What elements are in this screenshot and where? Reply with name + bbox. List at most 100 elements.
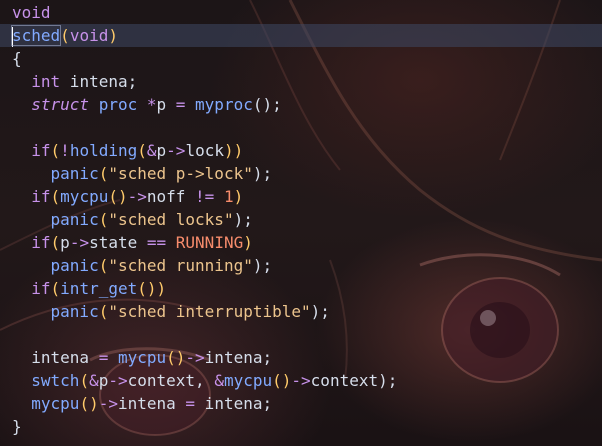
operator-token: & (146, 141, 157, 160)
code-line-11: if(p->state == RUNNING) (0, 231, 602, 254)
string-token: "sched p->lock" (108, 164, 253, 183)
code-line-19: } (0, 415, 602, 438)
operator-token: * (146, 95, 157, 114)
paren-token: ( (50, 141, 61, 160)
code-line-9: if(mycpu()->noff != 1) (0, 185, 602, 208)
operator-token: & (214, 371, 224, 390)
function-call-token: panic (50, 302, 99, 321)
keyword-token: if (31, 141, 51, 160)
operator-token: -> (291, 371, 311, 390)
paren-token: ( (98, 302, 109, 321)
keyword-token: if (31, 187, 51, 206)
operator-token: = (185, 394, 196, 413)
paren-token: () (108, 187, 128, 206)
operator-token: -> (166, 141, 186, 160)
code-line-4: int intena; (0, 70, 602, 93)
punctuation-token: ); (233, 210, 253, 229)
function-name-sched: sched (10, 25, 62, 46)
paren-token: ( (79, 371, 90, 390)
code-line-16: intena = mycpu()->intena; (0, 346, 602, 369)
function-call-token: intr_get (60, 279, 138, 298)
punctuation-token: ); (252, 256, 273, 275)
operator-token: -> (98, 394, 118, 413)
code-line-12: panic("sched running"); (0, 254, 602, 277)
code-line-6-blank (0, 116, 602, 139)
function-call-token: mycpu (31, 394, 80, 413)
identifier-token: p (156, 95, 176, 114)
operator-token: == (146, 233, 167, 252)
string-token: "sched locks" (108, 210, 234, 229)
number-token: 1 (223, 187, 234, 206)
keyword-token: void (12, 3, 51, 22)
identifier-token: lock (185, 141, 224, 160)
function-call-token: panic (50, 164, 99, 183)
code-editor[interactable]: void sched(void) { int intena; struct pr… (0, 0, 602, 446)
function-call-token: myproc (185, 95, 253, 114)
function-call-token: holding (69, 141, 138, 160)
code-line-3: { (0, 47, 602, 70)
paren-token: () (166, 348, 186, 367)
function-call-token: mycpu (108, 348, 167, 367)
operator-token: -> (108, 371, 128, 390)
identifier-token: intena; (60, 72, 138, 91)
brace-token: } (12, 417, 22, 436)
paren-token: ( (98, 164, 109, 183)
punctuation-token: ); (310, 302, 330, 321)
operator-token: = (98, 348, 109, 367)
punctuation-token: ); (378, 371, 398, 390)
code-line-7: if(!holding(&p->lock)) (0, 139, 602, 162)
identifier-token: state (89, 233, 147, 252)
paren-token: ( (50, 279, 61, 298)
code-line-17: swtch(&p->context, &mycpu()->context); (0, 369, 602, 392)
paren-token: )) (223, 141, 244, 160)
paren-token: ( (60, 26, 70, 45)
code-line-2-current: sched(void) (0, 24, 602, 47)
keyword-token: void (69, 26, 109, 45)
brace-token: { (12, 49, 22, 68)
function-call-token: mycpu (60, 187, 109, 206)
code-line-13: if(intr_get()) (0, 277, 602, 300)
operator-token: -> (127, 187, 147, 206)
identifier-token: intena (117, 394, 186, 413)
code-line-1: void (0, 1, 602, 24)
punctuation-token: (); (252, 95, 282, 114)
code-line-18: mycpu()->intena = intena; (0, 392, 602, 415)
function-call-token: mycpu (223, 371, 273, 390)
operator-token: -> (69, 233, 90, 252)
identifier-token: intena; (195, 394, 273, 413)
paren-token: ) (233, 187, 244, 206)
function-call-token: panic (50, 256, 99, 275)
paren-token: ( (50, 233, 61, 252)
function-call-token: swtch (31, 371, 80, 390)
code-line-14: panic("sched interruptible"); (0, 300, 602, 323)
keyword-token: struct (31, 95, 90, 114)
keyword-token: if (31, 279, 51, 298)
keyword-token: if (31, 233, 51, 252)
code-line-5: struct proc *p = myproc(); (0, 93, 602, 116)
identifier-token: p (60, 233, 70, 252)
operator-token: ! (60, 141, 70, 160)
paren-token: ) (243, 233, 253, 252)
operator-token: != (195, 187, 215, 206)
paren-token: ( (50, 187, 61, 206)
punctuation-token: ); (252, 164, 273, 183)
code-line-15-blank (0, 323, 602, 346)
paren-token: ( (98, 256, 109, 275)
operator-token: & (89, 371, 99, 390)
identifier-token: intena; (204, 348, 273, 367)
code-line-10: panic("sched locks"); (0, 208, 602, 231)
function-call-token: panic (50, 210, 99, 229)
paren-token: ()) (137, 279, 167, 298)
identifier-token: noff (146, 187, 196, 206)
constant-token: RUNNING (175, 233, 244, 252)
string-token: "sched interruptible" (108, 302, 311, 321)
type-token: proc (89, 95, 147, 114)
identifier-token: p (98, 371, 109, 390)
paren-token: ( (98, 210, 109, 229)
paren-token: ( (137, 141, 147, 160)
paren-token: ) (108, 26, 118, 45)
string-token: "sched running" (108, 256, 253, 275)
identifier-token: context, (127, 371, 215, 390)
paren-token: () (272, 371, 292, 390)
